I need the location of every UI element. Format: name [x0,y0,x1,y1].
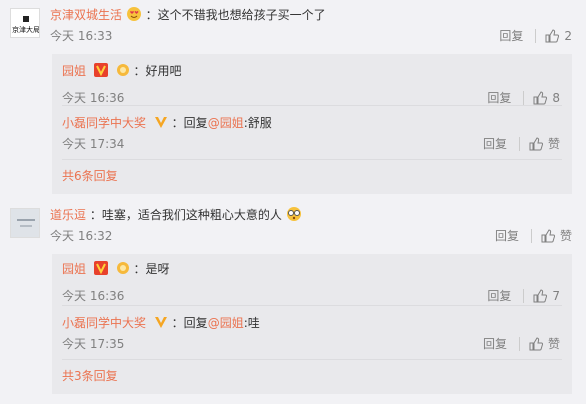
comment-time: 今天 16:32 [50,229,113,243]
thumbs-up-icon [529,137,543,151]
thumbs-up-icon [533,289,548,303]
gold-v-badge-icon [154,315,168,329]
like-label: 赞 [547,337,560,351]
reply-button[interactable]: 回复 [495,228,519,244]
heart-eyes-icon [126,6,142,22]
divider [530,229,532,243]
reply-actions: 回复 赞 [483,136,560,152]
divider [62,359,562,360]
divider [62,159,562,160]
reply-time: 今天 17:35 [62,337,125,351]
reply-thread: 园姐 ：好用吧 今天 16:36 回复 8 小磊同学中大奖 ：回复@园姐:舒服 … [52,54,572,194]
v-badge-icon [93,261,108,275]
reply-button[interactable]: 回复 [487,288,511,304]
divider [523,289,525,303]
like-label: 赞 [547,137,560,151]
more-replies-link[interactable]: 共3条回复 [62,368,118,384]
reply-text: :舒服 [243,116,272,130]
reply-username[interactable]: 小磊同学中大奖 [62,116,146,130]
like-button[interactable]: 赞 [529,336,560,352]
avatar-logo-text: 京津大局 [12,25,40,34]
comment-username[interactable]: 道乐逗 [50,208,86,222]
like-button[interactable]: 7 [533,288,560,304]
comment-body: 京津双城生活 ：这个不错我也想给孩子买一个了 [50,6,326,24]
dizzy-face-icon [286,206,302,222]
thumbs-up-icon [533,91,548,105]
divider [518,337,520,351]
reply-username[interactable]: 园姐 [62,262,86,276]
reply-text: ：好用吧 [133,64,182,78]
divider [523,91,525,105]
divider [62,305,562,306]
divider [535,29,537,43]
reply-button[interactable]: 回复 [499,28,523,44]
avatar[interactable] [10,208,40,238]
like-count: 7 [552,289,560,303]
comment-actions: 回复 2 [499,28,572,44]
like-count: 2 [564,29,572,43]
reply-button[interactable]: 回复 [483,336,507,352]
reply-time: 今天 16:36 [62,289,125,303]
like-button[interactable]: 赞 [541,228,572,244]
v-badge-icon [93,63,108,77]
thumbs-up-icon [529,337,543,351]
divider [518,137,520,151]
reply-actions: 回复 7 [487,288,560,304]
mention-link[interactable]: @园姐 [208,116,244,130]
mention-link[interactable]: @园姐 [208,316,244,330]
reply-time: 今天 17:34 [62,137,125,151]
reply-text: :哇 [243,316,260,330]
comment-time: 今天 16:33 [50,29,113,43]
comment-body: 道乐逗 ：哇塞，适合我们这种粗心大意的人 [50,206,302,224]
thumbs-up-icon [541,229,555,243]
like-button[interactable]: 赞 [529,136,560,152]
reply-prefix: ：回复 [171,116,208,130]
reply-username[interactable]: 小磊同学中大奖 [62,316,146,330]
reply-button[interactable]: 回复 [483,136,507,152]
more-replies-link[interactable]: 共6条回复 [62,168,118,184]
like-button[interactable]: 8 [533,90,560,106]
reply-username[interactable]: 园姐 [62,64,86,78]
like-button[interactable]: 2 [545,28,572,44]
gold-v-badge-icon [154,115,168,129]
comment-text: ：这个不错我也想给孩子买一个了 [145,8,326,22]
reply-text: ：是呀 [133,262,170,276]
reply-button[interactable]: 回复 [487,90,511,106]
like-count: 8 [552,91,560,105]
fan-badge-icon [116,261,130,275]
comment-username[interactable]: 京津双城生活 [50,8,122,22]
reply-thread: 园姐 ：是呀 今天 16:36 回复 7 小磊同学中大奖 ：回复@园姐:哇 今天… [52,254,572,394]
reply-prefix: ：回复 [171,316,208,330]
like-label: 赞 [559,229,572,243]
fan-badge-icon [116,63,130,77]
avatar[interactable]: 京津大局 [10,8,40,38]
comment-actions: 回复 赞 [495,228,572,244]
reply-actions: 回复 8 [487,90,560,106]
divider [62,105,562,106]
comment-text: ：哇塞，适合我们这种粗心大意的人 [89,208,282,222]
reply-time: 今天 16:36 [62,91,125,105]
reply-actions: 回复 赞 [483,336,560,352]
thumbs-up-icon [545,29,560,43]
